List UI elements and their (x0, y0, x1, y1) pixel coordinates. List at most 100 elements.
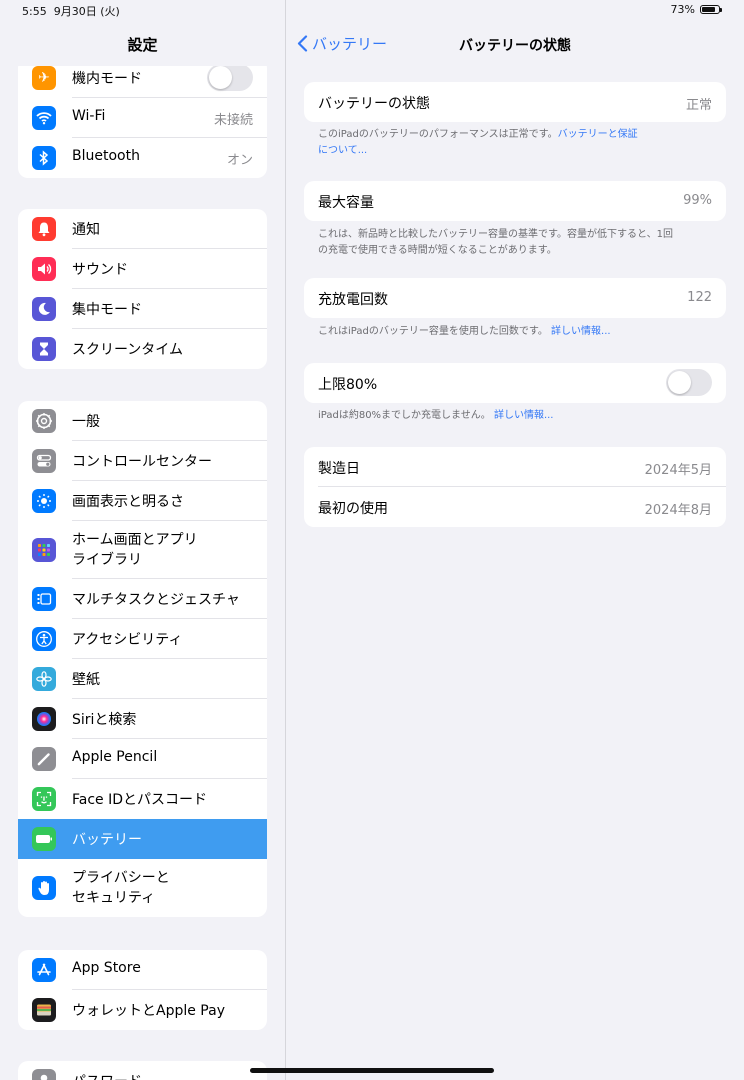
sidebar-item-app-store[interactable]: App Store (18, 950, 267, 990)
flower-icon (32, 667, 56, 691)
sidebar-item-apple-pencil[interactable]: Apple Pencil (18, 739, 267, 779)
hourglass-icon (32, 337, 56, 361)
settings-group-notifications: 通知 サウンド 集中モード スクリーンタイム (18, 209, 267, 369)
sidebar-item-wifi[interactable]: Wi-Fi 未接続 (18, 98, 267, 138)
charge-limit-learn-more-link[interactable]: 詳しい情報... (494, 410, 554, 421)
sidebar-item-screen-time[interactable]: スクリーンタイム (18, 329, 267, 369)
status-battery-icon (700, 5, 722, 14)
sidebar-item-multitasking[interactable]: マルチタスクとジェスチャ (18, 579, 267, 619)
first-use-label: 最初の使用 (318, 501, 388, 517)
manufacture-date-row: 製造日 2024年5月 (304, 447, 726, 487)
sidebar-item-label: 一般 (72, 414, 100, 430)
switches-icon (32, 449, 56, 473)
sidebar-item-display-brightness[interactable]: 画面表示と明るさ (18, 481, 267, 521)
max-capacity-row: 最大容量 99% (304, 181, 726, 221)
sidebar-item-bluetooth[interactable]: Bluetooth オン (18, 138, 267, 178)
battery-health-row: バッテリーの状態 正常 (304, 82, 726, 122)
moon-icon (32, 297, 56, 321)
sidebar-item-passwords[interactable]: パスワード (18, 1061, 267, 1080)
cycle-count-card: 充放電回数 122 (304, 278, 726, 318)
speaker-icon (32, 257, 56, 281)
siri-icon (32, 707, 56, 731)
sidebar-item-label: マルチタスクとジェスチャ (72, 592, 240, 608)
sun-icon (32, 489, 56, 513)
sidebar-item-label: 壁紙 (72, 672, 100, 688)
sidebar-item-focus[interactable]: 集中モード (18, 289, 267, 329)
sidebar-item-label: App Store (72, 960, 141, 976)
cycle-count-note: これはiPadのバッテリー容量を使用した回数です。 詳しい情報... (318, 326, 611, 337)
sidebar-item-label: コントロールセンター (72, 454, 212, 470)
split-view-divider (285, 0, 286, 1080)
wallet-icon (32, 998, 56, 1022)
multitask-icon (32, 587, 56, 611)
hand-icon (32, 876, 56, 900)
battery-icon (32, 827, 56, 851)
back-button[interactable]: バッテリー (297, 33, 387, 54)
charge-limit-note: iPadは約80%までしか充電しません。 詳しい情報... (318, 410, 554, 421)
key-icon (32, 1069, 56, 1080)
max-capacity-value: 99% (683, 193, 712, 208)
settings-group-general: 一般 コントロールセンター 画面表示と明るさ ホーム画面とアプリ ライブラリ マ… (18, 401, 267, 917)
home-indicator[interactable] (250, 1068, 494, 1073)
cycle-count-learn-more-link[interactable]: 詳しい情報... (551, 326, 611, 337)
sidebar-item-label: アクセシビリティ (72, 632, 183, 648)
battery-warranty-link-cont[interactable]: について... (318, 145, 367, 156)
page-title: バッテリーの状態 (459, 38, 571, 54)
sidebar-item-accessibility[interactable]: アクセシビリティ (18, 619, 267, 659)
sidebar-item-notifications[interactable]: 通知 (18, 209, 267, 249)
sidebar-item-label: 通知 (72, 222, 100, 238)
sidebar-item-wallet[interactable]: ウォレットとApple Pay (18, 990, 267, 1030)
sidebar-item-sounds[interactable]: サウンド (18, 249, 267, 289)
sidebar-item-control-center[interactable]: コントロールセンター (18, 441, 267, 481)
battery-warranty-link[interactable]: バッテリーと保証 (558, 129, 638, 140)
sidebar-item-label: バッテリー (72, 832, 142, 848)
sidebar-item-label: 機内モード (72, 71, 142, 87)
sidebar-item-general[interactable]: 一般 (18, 401, 267, 441)
battery-health-label: バッテリーの状態 (318, 96, 430, 112)
battery-dates-card: 製造日 2024年5月 最初の使用 2024年8月 (304, 447, 726, 527)
app-grid-icon (32, 538, 56, 562)
sidebar-item-home-screen[interactable]: ホーム画面とアプリ ライブラリ (18, 521, 267, 579)
bell-icon (32, 217, 56, 241)
sidebar-item-wallpaper[interactable]: 壁紙 (18, 659, 267, 699)
airplane-icon: ✈ (32, 66, 56, 90)
sidebar-item-label: スクリーンタイム (72, 342, 184, 358)
chevron-left-icon (297, 35, 308, 52)
cycle-count-value: 122 (687, 290, 712, 305)
cycle-count-row: 充放電回数 122 (304, 278, 726, 318)
battery-percent: 73% (670, 3, 695, 16)
bluetooth-status-value: オン (226, 153, 253, 168)
first-use-row: 最初の使用 2024年8月 (304, 487, 726, 527)
sidebar-item-label: 画面表示と明るさ (72, 494, 184, 510)
settings-group-connectivity: ✈ 機内モード Wi-Fi 未接続 Bluetooth オン (18, 58, 267, 178)
sidebar-item-label: Face IDとパスコード (72, 792, 208, 808)
back-button-label: バッテリー (312, 35, 388, 53)
sidebar-item-label: ウォレットとApple Pay (72, 1003, 225, 1019)
gear-icon (32, 409, 56, 433)
charge-limit-row: 上限80% (304, 363, 726, 403)
max-capacity-label: 最大容量 (318, 195, 374, 211)
status-time: 5:55 9月30日 (火) (22, 5, 120, 18)
manufacture-date-value: 2024年5月 (644, 463, 712, 478)
sidebar-item-label: Bluetooth (72, 148, 140, 164)
max-capacity-card: 最大容量 99% (304, 181, 726, 221)
faceid-icon (32, 787, 56, 811)
battery-health-card: バッテリーの状態 正常 (304, 82, 726, 122)
sidebar-item-privacy-security[interactable]: プライバシーと セキュリティ (18, 859, 267, 917)
airplane-mode-toggle[interactable] (207, 64, 253, 91)
first-use-value: 2024年8月 (644, 503, 712, 518)
sidebar-title: 設定 (127, 36, 158, 54)
charge-limit-card: 上限80% (304, 363, 726, 403)
wifi-status-value: 未接続 (213, 113, 253, 128)
accessibility-icon (32, 627, 56, 651)
max-capacity-note: これは、新品時と比較したバッテリー容量の基準です。容量が低下すると、1回 の充電で… (318, 229, 673, 256)
status-battery: 73% (670, 3, 722, 16)
sidebar-item-siri-search[interactable]: Siriと検索 (18, 699, 267, 739)
battery-health-value: 正常 (685, 98, 712, 113)
sidebar-item-face-id-passcode[interactable]: Face IDとパスコード (18, 779, 267, 819)
sidebar-item-battery[interactable]: バッテリー (18, 819, 267, 859)
bluetooth-icon (32, 146, 56, 170)
charge-limit-toggle[interactable] (666, 369, 712, 396)
sidebar-item-label: プライバシーと セキュリティ (72, 870, 170, 906)
charge-limit-label: 上限80% (318, 377, 378, 393)
